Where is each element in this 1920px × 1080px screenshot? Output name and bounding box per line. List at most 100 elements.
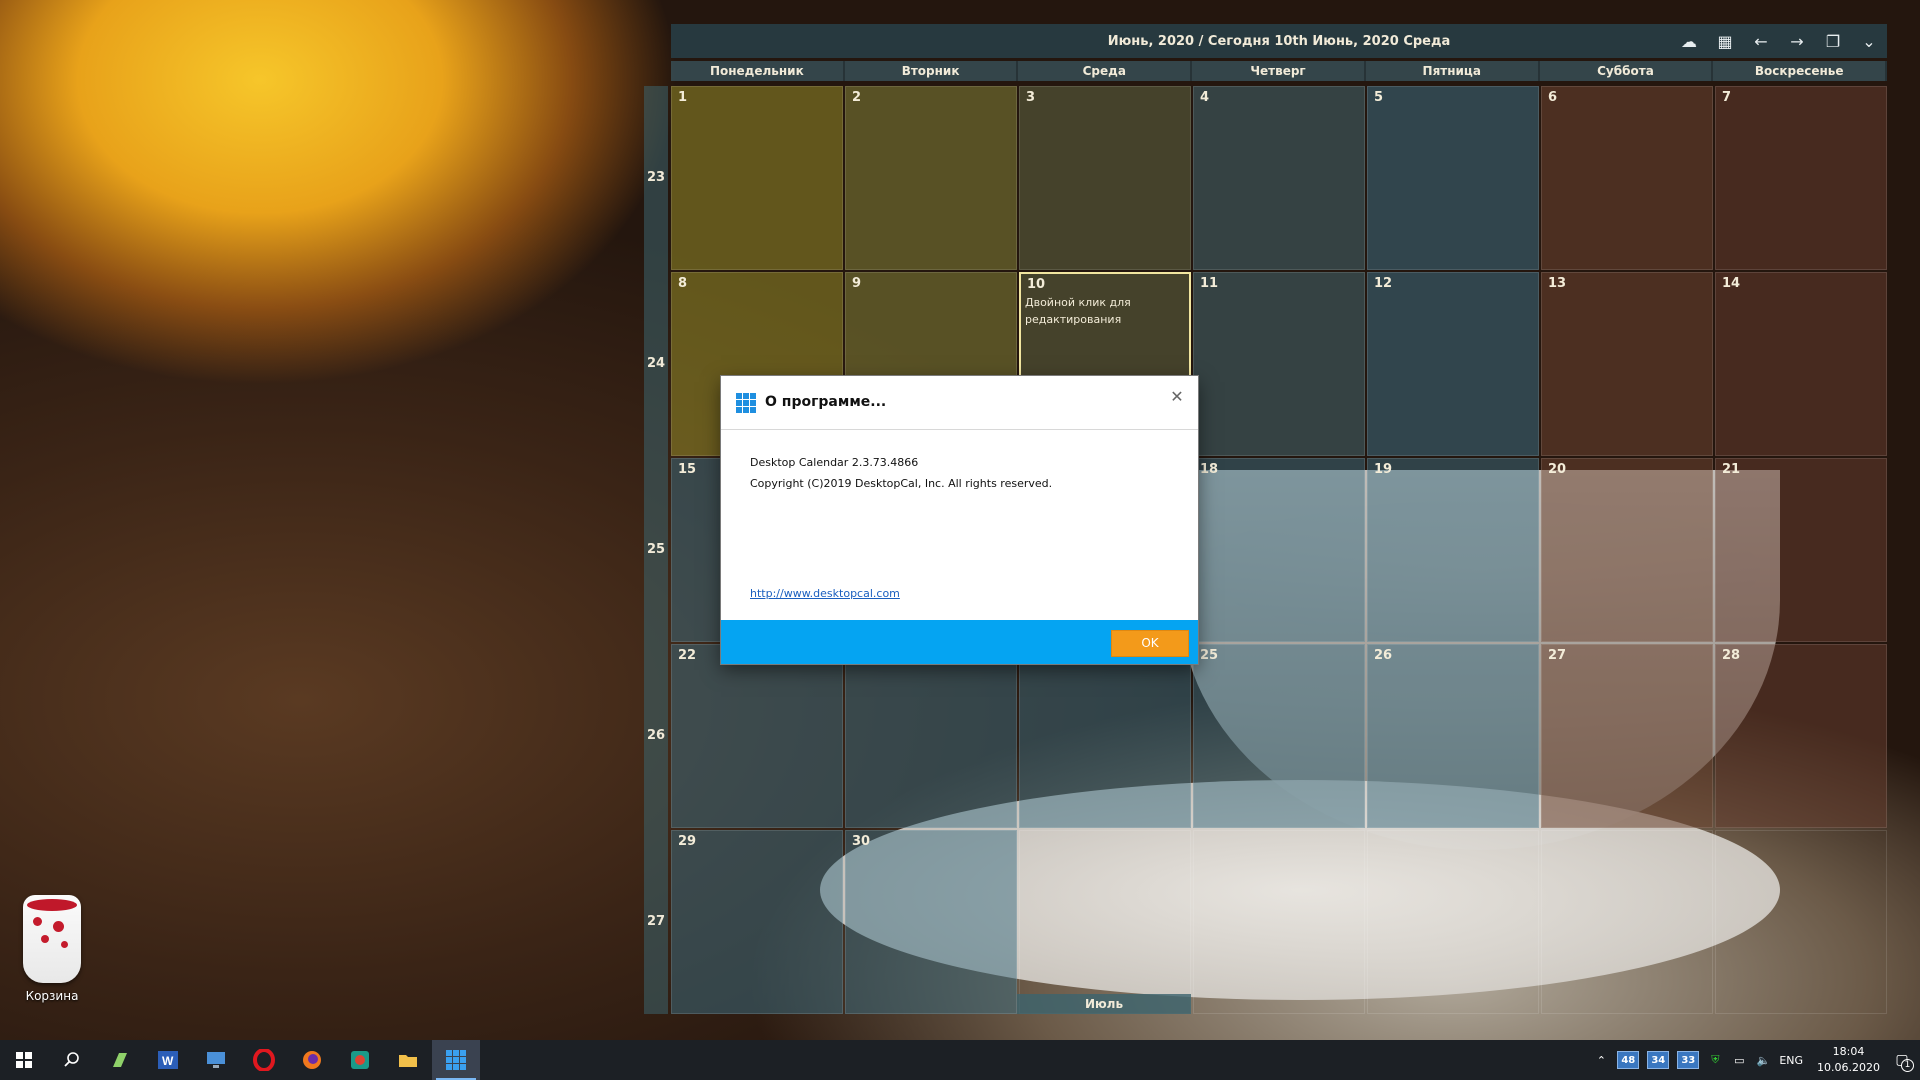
day-number: 2	[852, 90, 862, 105]
taskbar-firefox[interactable]	[288, 1040, 336, 1080]
day-cell[interactable]: 21	[1715, 458, 1887, 642]
app-icon	[351, 1051, 369, 1069]
app-logo-icon	[736, 393, 756, 413]
day-number: 18	[1200, 462, 1219, 477]
clock-time: 18:04	[1832, 1045, 1865, 1058]
week-number: 27	[646, 914, 666, 929]
day-cell[interactable]: 4	[1193, 86, 1365, 270]
day-cell[interactable]: 13	[1541, 272, 1713, 456]
taskbar-notes-app[interactable]	[96, 1040, 144, 1080]
firefox-icon	[303, 1051, 321, 1069]
monitor-icon	[207, 1052, 225, 1068]
next-month-label[interactable]: Июль	[1017, 994, 1191, 1014]
day-number: 27	[1548, 648, 1567, 663]
day-cell[interactable]: 14	[1715, 272, 1887, 456]
weekday-header: Понедельник Вторник Среда Четверг Пятниц…	[671, 61, 1888, 81]
system-tray: ⌃ 48 34 33 ⛨ ▭ 🔈 ENG 18:04 10.06.2020 ▢ …	[1593, 1040, 1920, 1080]
week-number: 24	[646, 356, 666, 371]
search-button[interactable]	[48, 1040, 96, 1080]
day-number: 14	[1722, 276, 1741, 291]
empty-cell	[1541, 830, 1713, 1014]
day-cell[interactable]: 26	[1367, 644, 1539, 828]
start-button[interactable]	[0, 1040, 48, 1080]
taskbar-explorer[interactable]	[384, 1040, 432, 1080]
day-cell[interactable]: 6	[1541, 86, 1713, 270]
day-number: 9	[852, 276, 862, 291]
day-cell[interactable]: 28	[1715, 644, 1887, 828]
day-number: 25	[1200, 648, 1219, 663]
shield-icon[interactable]: ⛨	[1707, 1052, 1723, 1068]
dialog-title: О программе...	[765, 394, 887, 410]
day-cell[interactable]: 25	[1193, 644, 1365, 828]
day-cell[interactable]: 19	[1367, 458, 1539, 642]
week-number: 26	[646, 728, 666, 743]
day-cell[interactable]: 3	[1019, 86, 1191, 270]
tray-badge[interactable]: 48	[1617, 1051, 1640, 1069]
day-cell[interactable]: 1	[671, 86, 843, 270]
week-number: 23	[646, 170, 666, 185]
day-number: 20	[1548, 462, 1567, 477]
taskbar-opera[interactable]	[240, 1040, 288, 1080]
clock-date: 10.06.2020	[1817, 1061, 1880, 1074]
taskbar-app[interactable]	[336, 1040, 384, 1080]
empty-cell	[1367, 830, 1539, 1014]
language-indicator[interactable]: ENG	[1779, 1052, 1803, 1068]
day-cell[interactable]: 18	[1193, 458, 1365, 642]
day-number: 6	[1548, 90, 1558, 105]
empty-cell	[1193, 830, 1365, 1014]
arrow-left-icon[interactable]: ←	[1749, 29, 1773, 53]
dialog-titlebar: О программе... ✕	[721, 376, 1198, 430]
ok-button[interactable]: OK	[1111, 630, 1189, 657]
day-cell[interactable]: 11	[1193, 272, 1365, 456]
day-cell[interactable]: 2	[845, 86, 1017, 270]
calendar-title: Июнь, 2020 / Сегодня 10th Июнь, 2020 Сре…	[1107, 33, 1451, 49]
day-number: 8	[678, 276, 688, 291]
day-cell[interactable]: 12	[1367, 272, 1539, 456]
dialog-body: Desktop Calendar 2.3.73.4866 Copyright (…	[750, 452, 1052, 494]
day-number: 7	[1722, 90, 1732, 105]
tray-badge[interactable]: 34	[1647, 1051, 1670, 1069]
day-cell[interactable]: 30	[845, 830, 1017, 1014]
today-note[interactable]: Двойной клик для редактирования	[1025, 294, 1185, 328]
calendar-icon[interactable]: ▦	[1713, 29, 1737, 53]
close-icon[interactable]: ✕	[1166, 386, 1188, 408]
recycle-bin-label: Корзина	[25, 989, 79, 1003]
taskbar-desktop-calendar[interactable]	[432, 1040, 480, 1080]
day-number: 4	[1200, 90, 1210, 105]
notes-icon	[113, 1053, 127, 1067]
weekday-label: Вторник	[844, 61, 1019, 81]
day-cell[interactable]: 7	[1715, 86, 1887, 270]
calendar-header: Июнь, 2020 / Сегодня 10th Июнь, 2020 Сре…	[671, 24, 1887, 58]
taskbar-remote-desktop[interactable]	[192, 1040, 240, 1080]
day-cell[interactable]: 5	[1367, 86, 1539, 270]
clock[interactable]: 18:04 10.06.2020	[1817, 1044, 1880, 1076]
day-number: 1	[678, 90, 688, 105]
chevron-up-icon[interactable]: ⌃	[1593, 1052, 1609, 1068]
weekday-label: Воскресенье	[1713, 61, 1888, 81]
day-number: 29	[678, 834, 697, 849]
restore-icon[interactable]: ❐	[1821, 29, 1845, 53]
recycle-bin[interactable]: Корзина	[12, 895, 92, 1003]
about-dialog: О программе... ✕ Desktop Calendar 2.3.73…	[721, 376, 1198, 664]
day-cell[interactable]: 29	[671, 830, 843, 1014]
search-icon	[64, 1052, 79, 1067]
week-number-column: 23 24 25 26 27	[644, 86, 668, 1014]
taskbar-word[interactable]: W	[144, 1040, 192, 1080]
volume-icon[interactable]: 🔈	[1755, 1052, 1771, 1068]
notification-count: 1	[1901, 1059, 1914, 1072]
chevron-down-icon[interactable]: ⌄	[1857, 29, 1881, 53]
empty-cell	[1715, 830, 1887, 1014]
cloud-icon[interactable]: ☁	[1677, 29, 1701, 53]
tray-badge[interactable]: 33	[1677, 1051, 1700, 1069]
day-cell[interactable]: 27	[1541, 644, 1713, 828]
day-number: 30	[852, 834, 871, 849]
notification-center-icon[interactable]: ▢ 1	[1894, 1052, 1914, 1072]
website-link[interactable]: http://www.desktopcal.com	[750, 587, 900, 600]
network-icon[interactable]: ▭	[1731, 1052, 1747, 1068]
arrow-right-icon[interactable]: →	[1785, 29, 1809, 53]
day-cell[interactable]: 22	[671, 644, 843, 828]
day-cell[interactable]: 23	[845, 644, 1017, 828]
weekday-label: Суббота	[1539, 61, 1714, 81]
day-cell[interactable]: 24	[1019, 644, 1191, 828]
day-cell[interactable]: 20	[1541, 458, 1713, 642]
